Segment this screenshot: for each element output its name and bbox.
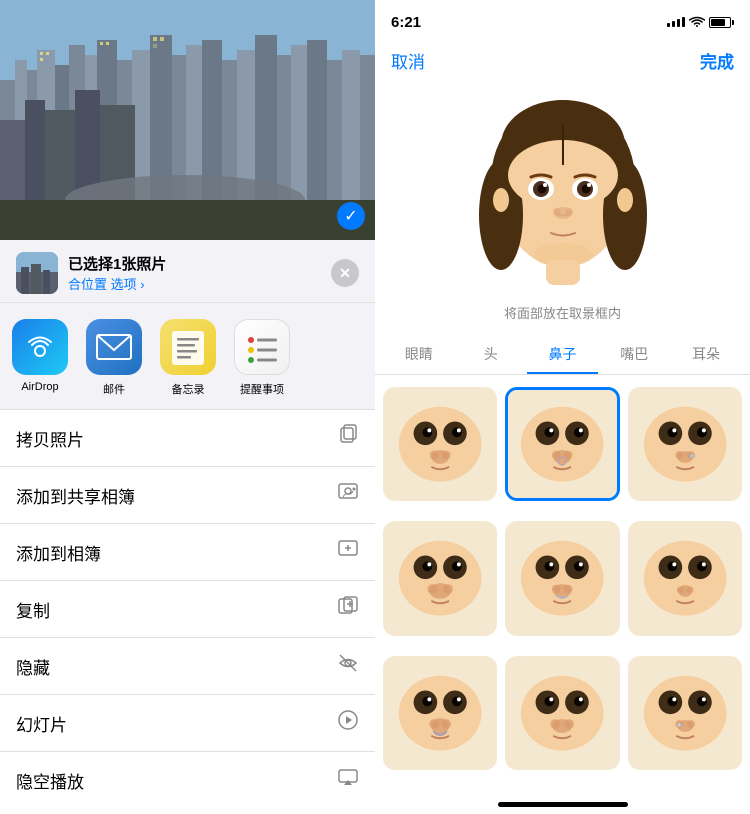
signal-icon	[667, 17, 685, 27]
action-slideshow[interactable]: 幻灯片	[0, 695, 375, 752]
hide-icon	[337, 652, 359, 680]
nose-options-grid	[375, 375, 750, 794]
mail-icon-bg	[86, 319, 142, 375]
reminders-svg-icon	[241, 326, 283, 368]
tab-ears[interactable]: 耳朵	[670, 336, 742, 374]
action-airplay[interactable]: 隐空播放	[0, 752, 375, 808]
notes-label: 备忘录	[172, 381, 205, 397]
tab-mouth[interactable]: 嘴巴	[598, 336, 670, 374]
status-bar-right: 6:21	[375, 0, 750, 44]
copy-photo-icon	[337, 424, 359, 452]
city-svg	[0, 0, 375, 240]
right-panel: 6:21	[375, 0, 750, 814]
memoji-face	[463, 95, 663, 295]
add-album-icon	[337, 538, 359, 566]
share-header-left: 已选择1张照片 合位置 选项 ›	[16, 252, 166, 294]
bottom-scroll	[375, 794, 750, 814]
done-button[interactable]: 完成	[700, 48, 734, 73]
feature-tabs: 眼睛 头 鼻子 嘴巴 耳朵	[375, 336, 750, 375]
nose-option-2[interactable]	[505, 387, 619, 501]
status-icons-right	[667, 16, 734, 28]
nose-option-4[interactable]	[383, 521, 497, 635]
action-hide[interactable]: 隐藏	[0, 638, 375, 695]
action-copy-photo-label: 拷贝照片	[16, 426, 84, 451]
action-airplay-label: 隐空播放	[16, 768, 84, 793]
reminders-icon-bg	[234, 319, 290, 375]
nose-option-3[interactable]	[628, 387, 742, 501]
action-add-album[interactable]: 添加到相簿	[0, 524, 375, 581]
notes-icon-bg	[160, 319, 216, 375]
nose-option-6[interactable]	[628, 521, 742, 635]
share-title: 已选择1张照片	[68, 253, 166, 274]
thumbnail-svg	[16, 252, 58, 294]
tab-nose[interactable]: 鼻子	[527, 336, 599, 374]
action-slideshow-label: 幻灯片	[16, 711, 67, 736]
share-header-text: 已选择1张照片 合位置 选项 ›	[68, 253, 166, 293]
share-header: 已选择1张照片 合位置 选项 › ✕	[0, 240, 375, 303]
nose-option-9[interactable]	[628, 656, 742, 770]
share-thumbnail	[16, 252, 58, 294]
action-shared-album-label: 添加到共享相簿	[16, 483, 135, 508]
action-list: 拷贝照片 添加到共享相簿 添加到相簿 复制 隐藏	[0, 410, 375, 814]
nose-option-8[interactable]	[505, 656, 619, 770]
notes-svg-icon	[169, 326, 207, 368]
cancel-button[interactable]: 取消	[391, 48, 425, 73]
app-item-airdrop[interactable]: AirDrop	[12, 319, 68, 397]
app-item-reminders[interactable]: 提醒事项	[234, 319, 290, 397]
airplay-icon	[337, 766, 359, 794]
action-hide-label: 隐藏	[16, 654, 50, 679]
share-subtitle-prefix: 合位置	[68, 277, 107, 292]
memoji-svg	[463, 95, 663, 295]
memoji-hint: 将面部放在取景框内	[504, 303, 621, 322]
memoji-nav: 取消 完成	[375, 44, 750, 85]
shared-album-icon	[337, 481, 359, 509]
action-shared-album[interactable]: 添加到共享相簿	[0, 467, 375, 524]
home-indicator	[498, 802, 628, 807]
photo-preview: 6:19	[0, 0, 375, 240]
wifi-icon	[689, 16, 705, 28]
city-photo	[0, 0, 375, 240]
app-item-mail[interactable]: 邮件	[86, 319, 142, 397]
airdrop-label: AirDrop	[21, 381, 58, 393]
airdrop-svg-icon	[24, 331, 56, 363]
airdrop-icon-bg	[12, 319, 68, 375]
status-time-right: 6:21	[391, 14, 421, 31]
nose-option-5[interactable]	[505, 521, 619, 635]
action-duplicate-label: 复制	[16, 597, 50, 622]
battery-icon	[709, 17, 734, 28]
tab-eyes[interactable]: 眼睛	[383, 336, 455, 374]
close-button[interactable]: ✕	[331, 259, 359, 287]
share-subtitle-link[interactable]: 选项 ›	[111, 277, 145, 292]
app-item-notes[interactable]: 备忘录	[160, 319, 216, 397]
tab-head[interactable]: 头	[455, 336, 527, 374]
apps-row: AirDrop 邮件 备忘录	[0, 303, 375, 410]
memoji-preview: 将面部放在取景框内	[375, 85, 750, 336]
action-add-album-label: 添加到相簿	[16, 540, 101, 565]
nose-option-7[interactable]	[383, 656, 497, 770]
share-subtitle: 合位置 选项 ›	[68, 274, 166, 293]
photo-selected-check: ✓	[337, 202, 365, 230]
reminders-label: 提醒事项	[240, 381, 284, 397]
duplicate-icon	[337, 595, 359, 623]
nose-option-1[interactable]	[383, 387, 497, 501]
slideshow-icon	[337, 709, 359, 737]
mail-svg-icon	[96, 334, 132, 360]
mail-label: 邮件	[103, 381, 125, 397]
action-copy-photo[interactable]: 拷贝照片	[0, 410, 375, 467]
left-panel: 6:19	[0, 0, 375, 814]
action-duplicate[interactable]: 复制	[0, 581, 375, 638]
